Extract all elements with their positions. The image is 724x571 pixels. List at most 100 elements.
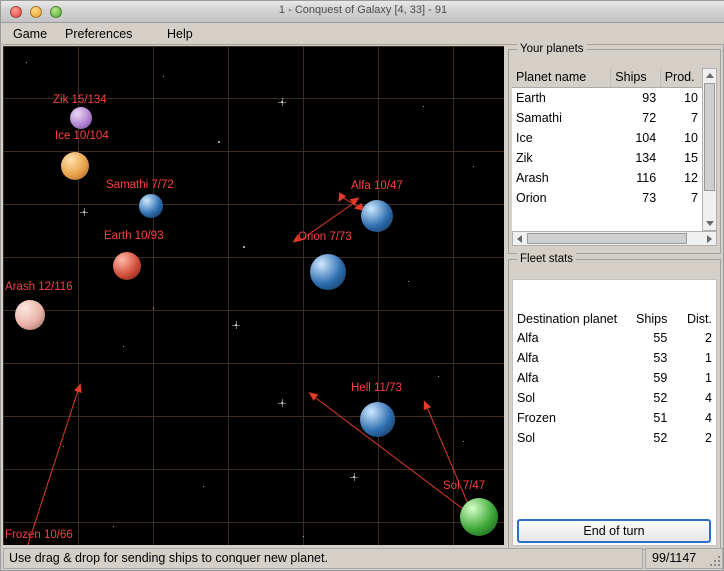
- fleet-arrow[interactable]: [334, 192, 347, 205]
- cell-dist: 4: [671, 388, 716, 408]
- table-row[interactable]: Arash 116 12: [512, 168, 702, 188]
- planet-label-hell: Hell 11/73: [351, 382, 402, 394]
- fleet-arrow[interactable]: [420, 398, 432, 411]
- your-planets-hscrollbar[interactable]: [512, 231, 717, 246]
- star-sparkle: [80, 208, 88, 216]
- cell-destination: Sol: [513, 388, 627, 408]
- cell-planet-name: Arash: [512, 168, 611, 188]
- planet-label-arash: Arash 12/116: [5, 281, 73, 293]
- planet-ice[interactable]: [61, 152, 89, 180]
- status-message: Use drag & drop for sending ships to con…: [3, 548, 643, 569]
- planet-zik[interactable]: [70, 107, 92, 129]
- fleet-arrow[interactable]: [74, 382, 85, 394]
- cell-dist: 4: [671, 408, 716, 428]
- star-sparkle: [350, 473, 358, 481]
- fleet-stats-table[interactable]: Destination planet Ships Dist. Alfa 55 2…: [512, 279, 717, 546]
- table-row[interactable]: Zik 134 15: [512, 148, 702, 168]
- cell-prod: 10: [660, 87, 702, 108]
- scroll-up-icon[interactable]: [706, 73, 714, 78]
- menu-item-game[interactable]: Game: [8, 26, 52, 42]
- table-row[interactable]: Alfa 53 1: [513, 348, 716, 368]
- end-of-turn-button[interactable]: End of turn: [517, 519, 711, 543]
- planet-samathi[interactable]: [139, 194, 163, 218]
- table-row[interactable]: Earth 93 10: [512, 87, 702, 108]
- planet-label-zik: Zik 15/134: [53, 94, 107, 106]
- cell-destination: Sol: [513, 428, 627, 448]
- planet-label-alfa: Alfa 10/47: [351, 180, 403, 192]
- table-row[interactable]: Alfa 55 2: [513, 328, 716, 348]
- cell-ships: 59: [626, 368, 672, 388]
- star-speck: [218, 141, 220, 143]
- cell-ships: 51: [626, 408, 672, 428]
- table-row[interactable]: Samathi 72 7: [512, 108, 702, 128]
- cell-planet-name: Earth: [512, 87, 611, 108]
- star-sparkle: [278, 399, 286, 407]
- your-planets-vscrollbar[interactable]: [702, 68, 717, 231]
- cell-ships: 52: [626, 428, 672, 448]
- cell-prod: 10: [660, 128, 702, 148]
- menu-item-preferences[interactable]: Preferences: [60, 26, 137, 42]
- scrollbar-thumb[interactable]: [527, 233, 687, 244]
- title-bar: 1 - Conquest of Galaxy [4, 33] - 91: [1, 1, 724, 23]
- column-header-dist: Dist.: [671, 310, 716, 328]
- window-title: 1 - Conquest of Galaxy [4, 33] - 91: [278, 4, 448, 16]
- application-window: 1 - Conquest of Galaxy [4, 33] - 91 Game…: [0, 0, 724, 571]
- planet-arash[interactable]: [15, 300, 45, 330]
- star-speck: [408, 281, 409, 282]
- table-header-row: Destination planet Ships Dist.: [513, 310, 716, 328]
- star-speck: [243, 246, 245, 248]
- table-row[interactable]: Alfa 59 1: [513, 368, 716, 388]
- cell-ships: 52: [626, 388, 672, 408]
- scroll-right-icon[interactable]: [707, 235, 712, 243]
- cell-dist: 2: [671, 428, 716, 448]
- planet-sol[interactable]: [460, 498, 498, 536]
- scroll-down-icon[interactable]: [706, 221, 714, 226]
- menu-bar: Game Preferences Help: [2, 23, 724, 45]
- cell-dist: 2: [671, 328, 716, 348]
- table-row[interactable]: Orion 73 7: [512, 188, 702, 208]
- planet-label-ice: Ice 10/104: [55, 130, 109, 142]
- star-speck: [113, 526, 114, 527]
- column-header-ships[interactable]: Ships: [610, 68, 661, 88]
- table-row[interactable]: Sol 52 4: [513, 388, 716, 408]
- cell-dist: 1: [671, 348, 716, 368]
- your-planets-table[interactable]: Planet name Ships Prod. Earth 93 10 Sama…: [512, 68, 702, 231]
- cell-prod: 15: [660, 148, 702, 168]
- star-speck: [123, 346, 124, 347]
- planet-earth[interactable]: [113, 252, 141, 280]
- cell-ships: 93: [610, 87, 661, 108]
- column-header-planet-name[interactable]: Planet name: [512, 68, 612, 88]
- column-header-prod[interactable]: Prod.: [660, 68, 702, 88]
- planet-alfa[interactable]: [361, 200, 393, 232]
- fleet-stats-title: Fleet stats: [517, 253, 577, 265]
- scroll-left-icon[interactable]: [517, 235, 522, 243]
- cell-planet-name: Orion: [512, 188, 611, 208]
- planet-orion[interactable]: [310, 254, 346, 290]
- cell-ships: 104: [610, 128, 661, 148]
- cell-ships: 73: [610, 188, 661, 208]
- cell-prod: 7: [660, 188, 702, 208]
- table-row[interactable]: Ice 104 10: [512, 128, 702, 148]
- cell-destination: Alfa: [513, 328, 627, 348]
- cell-destination: Alfa: [513, 348, 627, 368]
- column-header-destination-planet: Destination planet: [513, 310, 627, 328]
- cell-ships: 53: [626, 348, 672, 368]
- galaxy-map[interactable]: Zik 15/134 Ice 10/104 Samathi 7/72 Earth…: [3, 46, 504, 545]
- cell-dist: 1: [671, 368, 716, 388]
- planet-label-samathi: Samathi 7/72: [106, 179, 174, 191]
- star-speck: [153, 308, 154, 309]
- table-row[interactable]: Frozen 51 4: [513, 408, 716, 428]
- cell-planet-name: Samathi: [512, 108, 611, 128]
- scrollbar-thumb[interactable]: [704, 83, 715, 191]
- table-row[interactable]: Sol 52 2: [513, 428, 716, 448]
- star-speck: [463, 441, 464, 442]
- planet-label-sol: Sol 7/47: [443, 480, 486, 492]
- resize-grip-icon[interactable]: [708, 554, 722, 568]
- star-sparkle: [232, 321, 240, 329]
- star-speck: [473, 166, 474, 167]
- menu-item-help[interactable]: Help: [162, 26, 198, 42]
- cell-ships: 134: [610, 148, 661, 168]
- planet-hell[interactable]: [360, 402, 395, 437]
- cell-planet-name: Ice: [512, 128, 611, 148]
- star-speck: [203, 486, 204, 487]
